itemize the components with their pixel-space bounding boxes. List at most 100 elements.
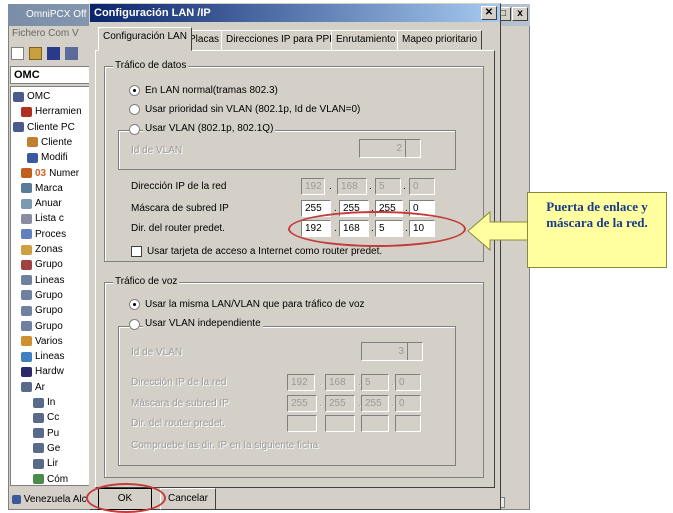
net-ip-octet-4: 0 (409, 178, 435, 195)
tree-item-label: Varios (35, 335, 63, 347)
radio-lan-normal[interactable] (129, 85, 140, 96)
cancel-button[interactable]: Cancelar (160, 488, 216, 510)
radio-vlan[interactable] (129, 124, 140, 135)
tree-item[interactable]: Ge (33, 441, 60, 456)
tree-item-label: Cc (47, 412, 60, 424)
tree-item[interactable]: Cc (33, 410, 59, 425)
tree-item-label: Numer (49, 167, 80, 179)
vlan-id-label: Id de VLAN (131, 145, 183, 156)
tree-item-label: Modifi (41, 152, 68, 164)
tree-node-icon (21, 351, 32, 362)
open-icon[interactable] (29, 47, 42, 60)
close-icon[interactable]: x (512, 7, 528, 21)
new-icon[interactable] (11, 47, 24, 60)
tree-item-label: Lista c (35, 213, 64, 225)
radio-same-lan-label[interactable]: Usar la misma LAN/VLAN que para tráfico … (145, 299, 365, 310)
radio-priority-label[interactable]: Usar prioridad sin VLAN (802.1p, Id de V… (145, 104, 360, 115)
tree-node-icon (33, 474, 44, 484)
voice-router-octet-1 (287, 415, 317, 432)
tree-item-label: Marca (35, 182, 63, 194)
tree-item[interactable]: Pu (33, 426, 59, 441)
tree-item[interactable]: Ar (21, 380, 45, 395)
tree-item[interactable]: Grupo (21, 288, 63, 303)
radio-lan-normal-label[interactable]: En LAN normal(tramas 802.3) (145, 85, 278, 96)
tree-item-label: Ge (47, 442, 61, 454)
tree-node-icon (21, 168, 32, 178)
tree-item[interactable]: Herramien (21, 104, 82, 119)
voice-ip-octet-2: 168 (325, 374, 355, 391)
tree-item[interactable]: Modifi (27, 150, 68, 165)
internet-router-label[interactable]: Usar tarjeta de acceso a Internet como r… (147, 246, 382, 257)
tree-item[interactable]: Cliente PC (13, 120, 75, 135)
dialog-title: Configuración LAN /IP (94, 7, 211, 19)
tree-item[interactable]: 03 Numer (21, 166, 79, 181)
tree-node-icon (27, 152, 38, 163)
tree-item[interactable]: Proces (21, 227, 66, 242)
tree-item[interactable]: Hardw (21, 364, 64, 379)
tree-item[interactable]: Varios (21, 334, 63, 349)
tree-node-icon (33, 412, 44, 423)
tree-item[interactable]: Zonas (21, 242, 63, 257)
tree-item-label: OMC (27, 91, 51, 102)
background-menu[interactable]: Fichero Com V (9, 26, 89, 42)
tree-item[interactable]: Lineas (21, 349, 64, 364)
tree-item[interactable]: Lir (33, 456, 58, 471)
tree-item[interactable]: Marca (21, 181, 63, 196)
tree-item-label: Lineas (35, 274, 65, 286)
tree-node-icon (21, 213, 32, 224)
internet-router-checkbox[interactable] (131, 246, 142, 257)
tree-item[interactable]: OMC (13, 89, 50, 104)
tree-node-icon (13, 122, 24, 133)
voice-router-octet-3 (361, 415, 389, 432)
voice-router-octet-4 (395, 415, 421, 432)
status-bar: Venezuela Alc (9, 492, 94, 508)
tree-node-icon (21, 366, 32, 377)
tree-item[interactable]: Grupo (21, 257, 63, 272)
net-ip-octet-1: 192 (301, 178, 325, 195)
tree-item[interactable]: Cliente (27, 135, 72, 150)
navigation-tree[interactable]: OMC Herramien Cliente PC Cliente Modifi 03 Num… (10, 86, 90, 486)
voice-router-label: Dir. del router predet. (131, 418, 225, 429)
tree-node-icon (21, 275, 32, 286)
tree-item-label: Cliente (41, 136, 73, 148)
tab-enrutamiento[interactable]: Enrutamiento (331, 30, 401, 50)
tree-item[interactable]: Grupo (21, 303, 63, 318)
radio-same-lan[interactable] (129, 299, 140, 310)
radio-vlan-label[interactable]: Usar VLAN (802.1p, 802.1Q) (143, 123, 276, 134)
callout-arrow-icon (467, 210, 529, 252)
tree-node-icon (21, 198, 32, 209)
voice-vlan-id-spinner: 3 (361, 342, 423, 361)
tree-item[interactable]: Grupo (21, 319, 63, 334)
voice-router-octet-2 (325, 415, 355, 432)
tree-node-icon (21, 229, 32, 240)
voice-ip-octet-1: 192 (287, 374, 315, 391)
tab-direcciones-ppp[interactable]: Direcciones IP para PPP (221, 30, 341, 50)
tree-item[interactable]: Lista c (21, 211, 64, 226)
vlan-id-spinner[interactable]: 2 (359, 139, 421, 158)
voice-ip-octet-4: 0 (395, 374, 421, 391)
tree-item[interactable]: In (33, 395, 55, 410)
tree-item-label: Lir (47, 458, 59, 470)
voice-mask-octet-3: 255 (361, 395, 389, 412)
tree-node-icon (33, 428, 44, 439)
tab-configuracion-lan[interactable]: Configuración LAN (98, 27, 192, 51)
tree-item[interactable]: Anuar (21, 196, 62, 211)
tree-item-label: Grupo (35, 305, 63, 317)
radio-independent-vlan-label[interactable]: Usar VLAN independiente (143, 318, 263, 329)
status-text: Venezuela Alc (23, 494, 87, 505)
tool-icon[interactable] (65, 47, 78, 60)
tree-node-icon (21, 336, 32, 347)
tree-item[interactable]: Cóm (33, 472, 68, 486)
tab-mapeo-prioritario[interactable]: Mapeo prioritario (397, 30, 483, 50)
tree-node-icon (21, 321, 32, 331)
radio-priority[interactable] (129, 104, 140, 115)
radio-independent-vlan[interactable] (129, 319, 140, 330)
net-ip-label: Dirección IP de la red (131, 181, 227, 192)
voice-ip-label: Dirección IP de la red (131, 377, 227, 388)
dialog-close-icon[interactable]: ✕ (481, 6, 497, 20)
tree-item-label: Grupo (35, 289, 63, 301)
tree-item[interactable]: Lineas (21, 273, 64, 288)
save-icon[interactable] (47, 47, 60, 60)
tree-item-prefix: 03 (35, 167, 47, 179)
omc-header: OMC (10, 66, 90, 84)
